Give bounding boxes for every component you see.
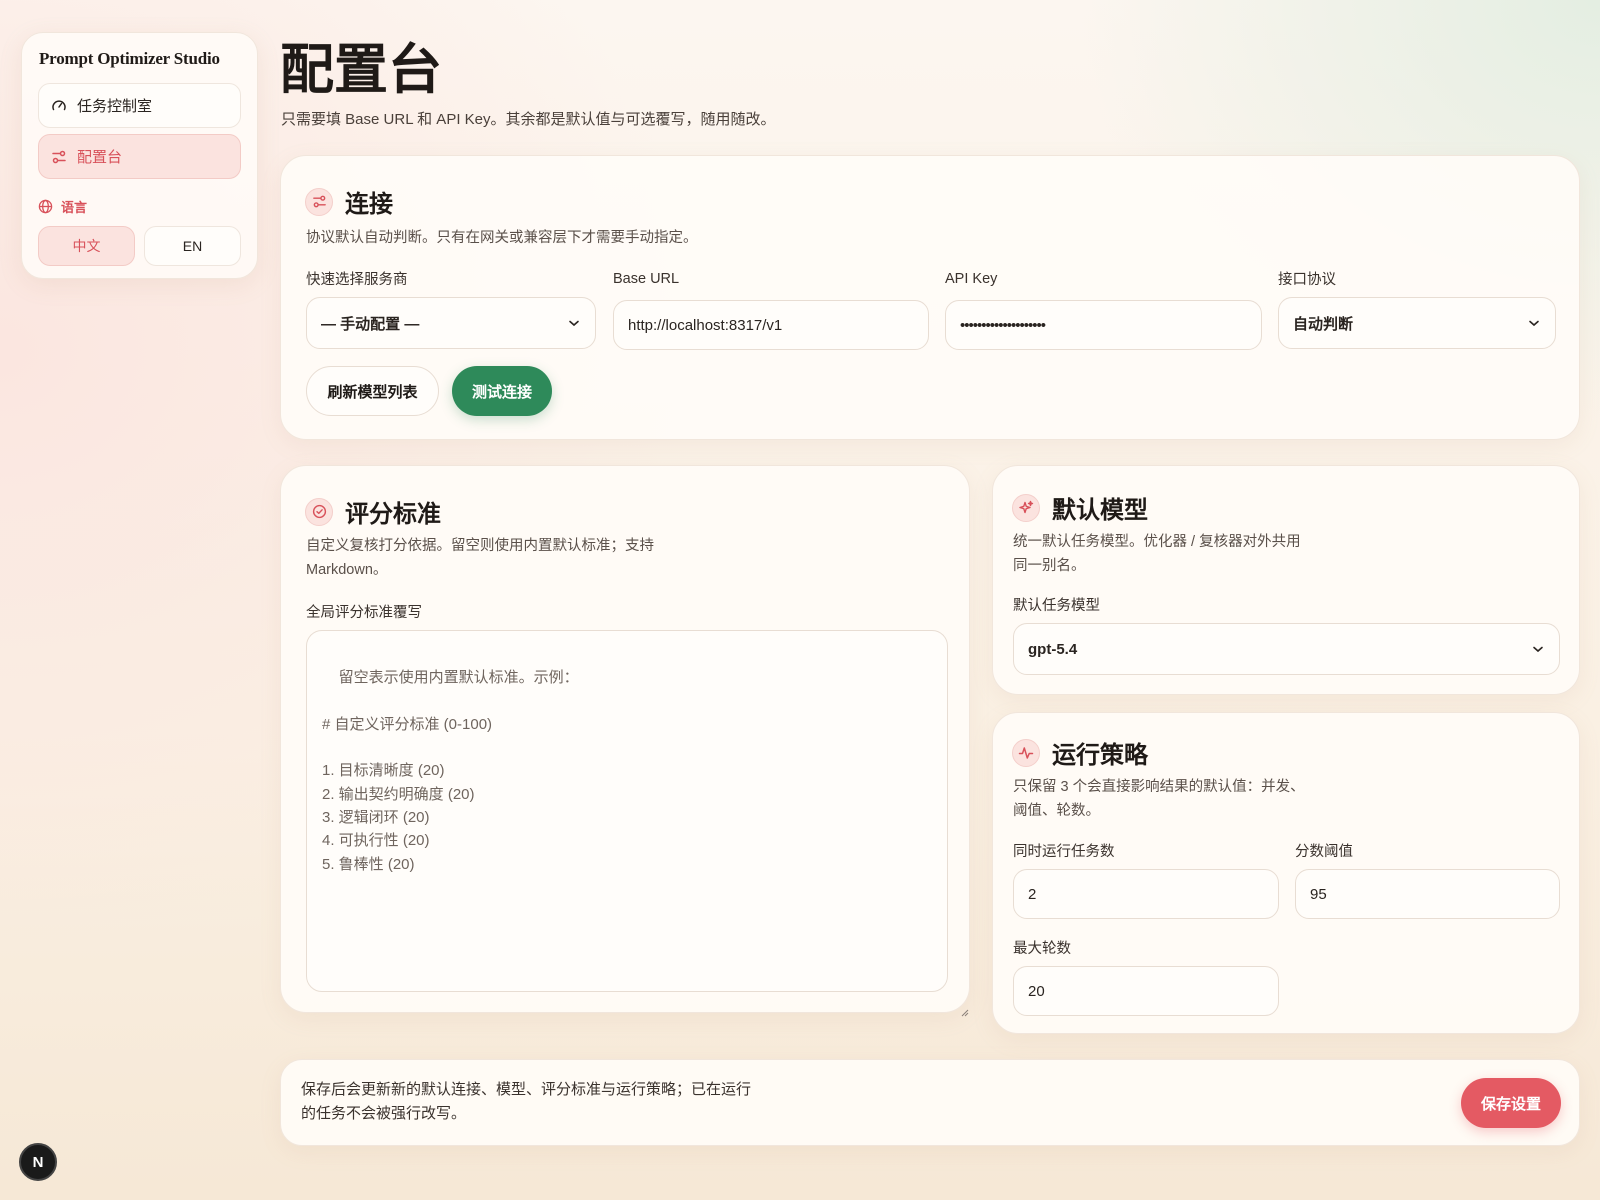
concurrency-value: 2 bbox=[1028, 885, 1037, 903]
sliders-icon bbox=[51, 149, 67, 165]
run-strategy-description-line: 只保留 3 个会直接影响结果的默认值：并发、 bbox=[1013, 779, 1305, 795]
globe-icon bbox=[38, 199, 53, 214]
rubric-field-label: 全局评分标准覆写 bbox=[306, 605, 422, 621]
dev-indicator-badge[interactable]: N bbox=[19, 1143, 57, 1181]
check-circle-icon bbox=[305, 497, 333, 526]
chevron-down-icon bbox=[1531, 642, 1545, 656]
chevron-down-icon bbox=[567, 316, 581, 330]
language-switch: 中文 EN bbox=[38, 226, 241, 266]
run-strategy-header: 运行策略 bbox=[1012, 735, 1148, 770]
connection-title: 连接 bbox=[345, 192, 393, 218]
api-key-input[interactable]: •••••••••••••••••••• bbox=[945, 300, 1262, 350]
rubric-header: 评分标准 bbox=[305, 494, 441, 529]
save-note: 保存后会更新新的默认连接、模型、评分标准与运行策略；已在运行 的任务不会被强行改… bbox=[301, 1078, 751, 1126]
refresh-models-button[interactable]: 刷新模型列表 bbox=[306, 366, 439, 416]
default-model-description: 统一默认任务模型。优化器 / 复核器对外共用 同一别名。 bbox=[1013, 530, 1301, 578]
language-label: 语言 bbox=[61, 200, 88, 215]
rubric-description-line: Markdown。 bbox=[306, 562, 388, 578]
concurrency-input[interactable]: 2 bbox=[1013, 869, 1279, 919]
activity-icon bbox=[1012, 738, 1040, 767]
sidebar-item-task-control[interactable]: 任务控制室 bbox=[38, 83, 241, 128]
protocol-label: 接口协议 bbox=[1278, 272, 1336, 288]
default-model-title: 默认模型 bbox=[1052, 498, 1148, 524]
test-connection-button[interactable]: 测试连接 bbox=[452, 366, 552, 416]
rubric-description-line: 自定义复核打分依据。留空则使用内置默认标准；支持 bbox=[306, 538, 654, 554]
sidebar-item-label: 配置台 bbox=[77, 149, 123, 166]
default-model-value: gpt-5.4 bbox=[1028, 640, 1078, 658]
page-subtitle: 只需要填 Base URL 和 API Key。其余都是默认值与可选覆写，随用随… bbox=[281, 111, 776, 128]
gauge-icon bbox=[51, 98, 67, 114]
provider-select[interactable]: — 手动配置 — bbox=[306, 297, 596, 349]
save-bar: 保存后会更新新的默认连接、模型、评分标准与运行策略；已在运行 的任务不会被强行改… bbox=[280, 1059, 1580, 1146]
chevron-down-icon bbox=[1527, 316, 1541, 330]
rubric-card: 评分标准 自定义复核打分依据。留空则使用内置默认标准；支持 Markdown。 … bbox=[280, 465, 970, 1017]
default-model-header: 默认模型 bbox=[1012, 490, 1148, 525]
rubric-description: 自定义复核打分依据。留空则使用内置默认标准；支持 Markdown。 bbox=[306, 534, 654, 582]
default-model-select[interactable]: gpt-5.4 bbox=[1013, 623, 1560, 675]
base-url-label: Base URL bbox=[613, 271, 680, 287]
connection-description: 协议默认自动判断。只有在网关或兼容层下才需要手动指定。 bbox=[306, 230, 698, 246]
connection-header: 连接 bbox=[305, 184, 393, 219]
default-model-label: 默认任务模型 bbox=[1013, 598, 1100, 614]
resize-grip-icon[interactable] bbox=[934, 978, 969, 1017]
protocol-select[interactable]: 自动判断 bbox=[1278, 297, 1556, 349]
save-note-line: 保存后会更新新的默认连接、模型、评分标准与运行策略；已在运行 bbox=[301, 1081, 752, 1098]
page-title: 配置台 bbox=[280, 40, 442, 100]
max-rounds-value: 20 bbox=[1028, 982, 1045, 1000]
sidebar: Prompt Optimizer Studio 任务控制室 配置台 语言 中文 … bbox=[21, 32, 258, 279]
language-en-button[interactable]: EN bbox=[144, 226, 241, 266]
run-strategy-title: 运行策略 bbox=[1052, 743, 1148, 769]
threshold-value: 95 bbox=[1310, 885, 1327, 903]
threshold-label: 分数阈值 bbox=[1295, 844, 1353, 860]
rubric-textarea[interactable]: 留空表示使用内置默认标准。示例： # 自定义评分标准 (0-100) 1. 目标… bbox=[306, 630, 969, 1017]
connection-card: 连接 协议默认自动判断。只有在网关或兼容层下才需要手动指定。 快速选择服务商 —… bbox=[280, 155, 1580, 440]
save-note-line: 的任务不会被强行改写。 bbox=[301, 1105, 467, 1122]
protocol-value: 自动判断 bbox=[1293, 315, 1354, 333]
provider-value: — 手动配置 — bbox=[321, 315, 420, 333]
default-model-card: 默认模型 统一默认任务模型。优化器 / 复核器对外共用 同一别名。 默认任务模型… bbox=[992, 465, 1580, 695]
language-section: 语言 bbox=[38, 197, 241, 216]
sparkles-icon bbox=[1012, 493, 1040, 522]
threshold-input[interactable]: 95 bbox=[1295, 869, 1560, 919]
base-url-input[interactable]: http://localhost:8317/v1 bbox=[613, 300, 929, 350]
run-strategy-card: 运行策略 只保留 3 个会直接影响结果的默认值：并发、 阈值、轮数。 同时运行任… bbox=[992, 712, 1580, 1034]
brand-title: Prompt Optimizer Studio bbox=[39, 49, 220, 68]
concurrency-label: 同时运行任务数 bbox=[1013, 844, 1115, 860]
run-strategy-description-line: 阈值、轮数。 bbox=[1013, 803, 1100, 819]
api-key-label: API Key bbox=[945, 271, 998, 287]
default-model-description-line: 同一别名。 bbox=[1013, 558, 1086, 574]
rubric-placeholder: 留空表示使用内置默认标准。示例： # 自定义评分标准 (0-100) 1. 目标… bbox=[322, 669, 579, 873]
sidebar-item-config[interactable]: 配置台 bbox=[38, 134, 241, 179]
rubric-title: 评分标准 bbox=[345, 502, 441, 528]
max-rounds-label: 最大轮数 bbox=[1013, 941, 1071, 957]
api-key-value: •••••••••••••••••••• bbox=[960, 316, 1046, 334]
base-url-value: http://localhost:8317/v1 bbox=[628, 316, 783, 334]
provider-label: 快速选择服务商 bbox=[306, 272, 408, 288]
save-settings-button[interactable]: 保存设置 bbox=[1461, 1078, 1561, 1128]
run-strategy-description: 只保留 3 个会直接影响结果的默认值：并发、 阈值、轮数。 bbox=[1013, 775, 1305, 823]
sliders-icon bbox=[305, 187, 333, 216]
language-zh-button[interactable]: 中文 bbox=[38, 226, 135, 266]
max-rounds-input[interactable]: 20 bbox=[1013, 966, 1279, 1016]
default-model-description-line: 统一默认任务模型。优化器 / 复核器对外共用 bbox=[1013, 534, 1301, 550]
sidebar-item-label: 任务控制室 bbox=[77, 98, 153, 115]
